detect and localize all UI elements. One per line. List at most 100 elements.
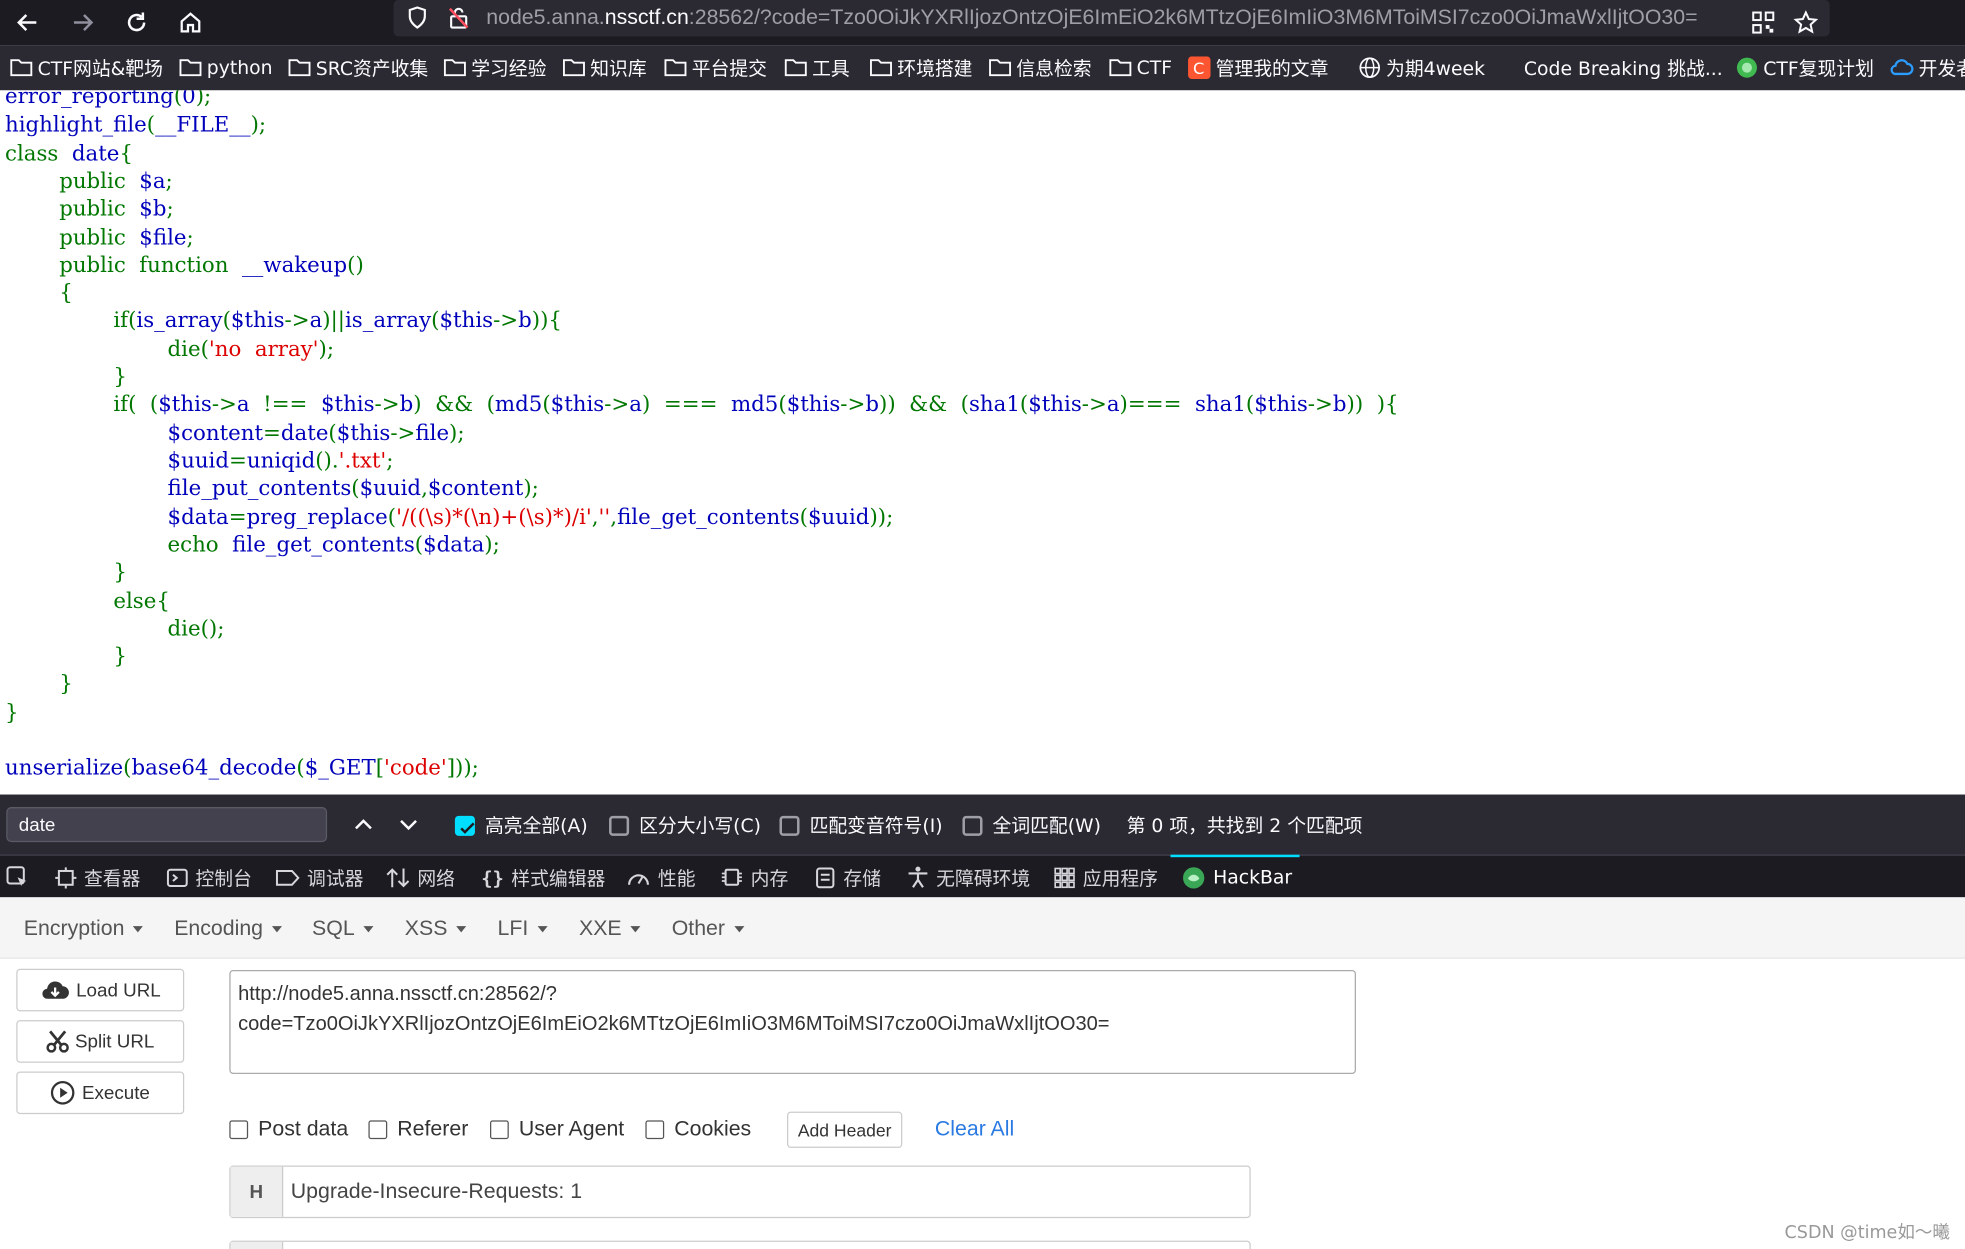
element-picker-icon[interactable]	[6, 866, 29, 889]
bookmark-folder[interactable]: CTF网站&靶场	[10, 54, 163, 82]
caret-down-icon	[363, 925, 374, 932]
checkbox-unchecked[interactable]	[490, 1119, 509, 1139]
folder-icon	[870, 59, 892, 77]
clear-all-link[interactable]: Clear All	[935, 1117, 1014, 1142]
screen: node5.anna.nssctf.cn:28562/?code=Tzo0OiJ…	[0, 0, 1965, 1249]
green-circle-icon	[1736, 57, 1757, 78]
home-button[interactable]	[173, 5, 208, 40]
whole-words-checkbox[interactable]: 全词匹配(W)	[962, 812, 1101, 838]
header-value-input[interactable]: Upgrade-Insecure-Requests: 1	[291, 1179, 582, 1204]
menu-label: Other	[671, 916, 726, 940]
code-line: if(is_array($this->a)||is_array($this->b…	[5, 307, 562, 335]
code-token: $this	[230, 308, 285, 334]
tab-accessibility[interactable]: 无障碍环境	[907, 863, 1030, 891]
code-token: )===	[1119, 392, 1195, 418]
tab-console[interactable]: 控制台	[166, 863, 252, 891]
checkbox-checked[interactable]	[454, 815, 475, 836]
menu-xss[interactable]: XSS	[405, 916, 467, 941]
code-token: ;	[166, 196, 174, 222]
menu-sql[interactable]: SQL	[312, 916, 374, 941]
devtools-tabbar: 查看器 控制台 调试器 网络 {} 样式编辑器 性能 内存 存储 无障碍环境 应用…	[0, 854, 1965, 899]
load-url-button[interactable]: Load URL	[16, 968, 185, 1012]
find-next-icon[interactable]	[397, 815, 420, 835]
tab-label: 应用程序	[1082, 866, 1158, 890]
bookmark-folder[interactable]: 学习经验	[443, 54, 546, 82]
folder-icon	[10, 59, 33, 77]
url-textarea[interactable]: http://node5.anna.nssctf.cn:28562/? code…	[229, 969, 1356, 1074]
tab-debugger[interactable]: 调试器	[275, 863, 363, 891]
bookmark-link[interactable]: C 管理我的文章	[1188, 54, 1328, 82]
checkbox-unchecked[interactable]	[609, 815, 630, 836]
code-line: echo file_get_contents($data);	[5, 531, 500, 559]
bookmark-link[interactable]: 为期4week	[1358, 54, 1485, 82]
checkbox-unchecked[interactable]	[229, 1119, 249, 1139]
folder-icon	[179, 59, 202, 77]
menu-other[interactable]: Other	[672, 916, 744, 941]
address-bar[interactable]: node5.anna.nssctf.cn:28562/?code=Tzo0OiJ…	[393, 0, 1830, 37]
referer-checkbox[interactable]: Referer	[368, 1117, 468, 1142]
console-icon	[166, 868, 188, 887]
bookmark-folder[interactable]: 工具	[784, 54, 850, 82]
bookmark-label: 知识库	[590, 57, 647, 80]
code-token: }	[5, 644, 127, 670]
tab-memory[interactable]: 内存	[721, 863, 788, 891]
bookmark-folder[interactable]: 信息检索	[989, 54, 1092, 82]
reload-button[interactable]	[119, 5, 154, 40]
checkbox-unchecked[interactable]	[962, 815, 983, 836]
insecure-lock-icon[interactable]	[446, 5, 471, 30]
code-token: class	[5, 141, 72, 167]
menu-xxe[interactable]: XXE	[579, 916, 641, 941]
tab-storage[interactable]: 存储	[815, 863, 881, 891]
tab-network[interactable]: 网络	[386, 863, 455, 891]
menu-lfi[interactable]: LFI	[498, 916, 548, 941]
bookmark-label: SRC资产收集	[315, 57, 429, 80]
match-diacritics-checkbox[interactable]: 匹配变音符号(I)	[779, 812, 943, 838]
code-token: date	[280, 421, 329, 447]
menu-encoding[interactable]: Encoding	[174, 916, 282, 941]
code-line: }	[5, 699, 19, 727]
highlight-all-label: 高亮全部(A)	[484, 814, 588, 838]
bookmark-star-button[interactable]	[1788, 5, 1823, 40]
split-url-button[interactable]: Split URL	[16, 1020, 185, 1063]
bookmark-folder[interactable]: 平台提交	[664, 54, 767, 82]
tab-application[interactable]: 应用程序	[1054, 863, 1158, 891]
execute-button[interactable]: Execute	[16, 1071, 185, 1115]
find-input[interactable]	[6, 807, 328, 843]
tab-hackbar[interactable]: HackBar	[1182, 863, 1292, 891]
bookmark-label: 为期4week	[1386, 57, 1486, 80]
bookmark-link[interactable]: Code Breaking 挑战...	[1499, 54, 1723, 82]
arrow-left-icon	[17, 14, 37, 31]
checkbox-unchecked[interactable]	[645, 1119, 665, 1139]
tab-inspector[interactable]: 查看器	[55, 863, 140, 891]
highlight-all-checkbox[interactable]: 高亮全部(A)	[454, 812, 588, 838]
bookmark-folder[interactable]: 环境搭建	[870, 54, 973, 82]
post-data-checkbox[interactable]: Post data	[229, 1117, 348, 1142]
tab-style-editor[interactable]: {} 样式编辑器	[481, 863, 605, 891]
bookmark-folder[interactable]: 知识库	[563, 54, 647, 82]
user-agent-checkbox[interactable]: User Agent	[490, 1117, 624, 1142]
code-line: die('no array');	[5, 336, 335, 364]
match-case-checkbox[interactable]: 区分大小写(C)	[609, 812, 761, 838]
code-token: );	[318, 337, 335, 363]
back-button[interactable]	[10, 5, 45, 40]
add-header-button[interactable]: Add Header	[787, 1111, 903, 1148]
code-token: else{	[5, 589, 170, 615]
bookmark-link[interactable]: 开发者	[1889, 54, 1965, 82]
code-token: $content	[427, 476, 524, 502]
code-line: $data=preg_replace('/((\s)*(\n)+(\s)*)/i…	[5, 504, 894, 532]
checkbox-unchecked[interactable]	[779, 815, 800, 836]
tab-performance[interactable]: 性能	[627, 863, 696, 891]
folder-icon	[288, 59, 311, 77]
find-previous-icon[interactable]	[352, 815, 375, 835]
menu-encryption[interactable]: Encryption	[24, 916, 144, 941]
checkbox-unchecked[interactable]	[368, 1119, 388, 1139]
cookies-checkbox[interactable]: Cookies	[645, 1117, 751, 1142]
bookmark-folder[interactable]: CTF	[1109, 54, 1172, 82]
bookmark-folder[interactable]: python	[179, 54, 273, 82]
bookmark-link[interactable]: CTF复现计划	[1736, 54, 1874, 82]
forward-button[interactable]	[65, 5, 100, 40]
bookmark-label: 环境搭建	[897, 57, 973, 80]
bookmark-folder[interactable]: SRC资产收集	[288, 54, 428, 82]
arrow-right-icon	[73, 14, 94, 31]
qr-code-button[interactable]	[1746, 5, 1781, 40]
